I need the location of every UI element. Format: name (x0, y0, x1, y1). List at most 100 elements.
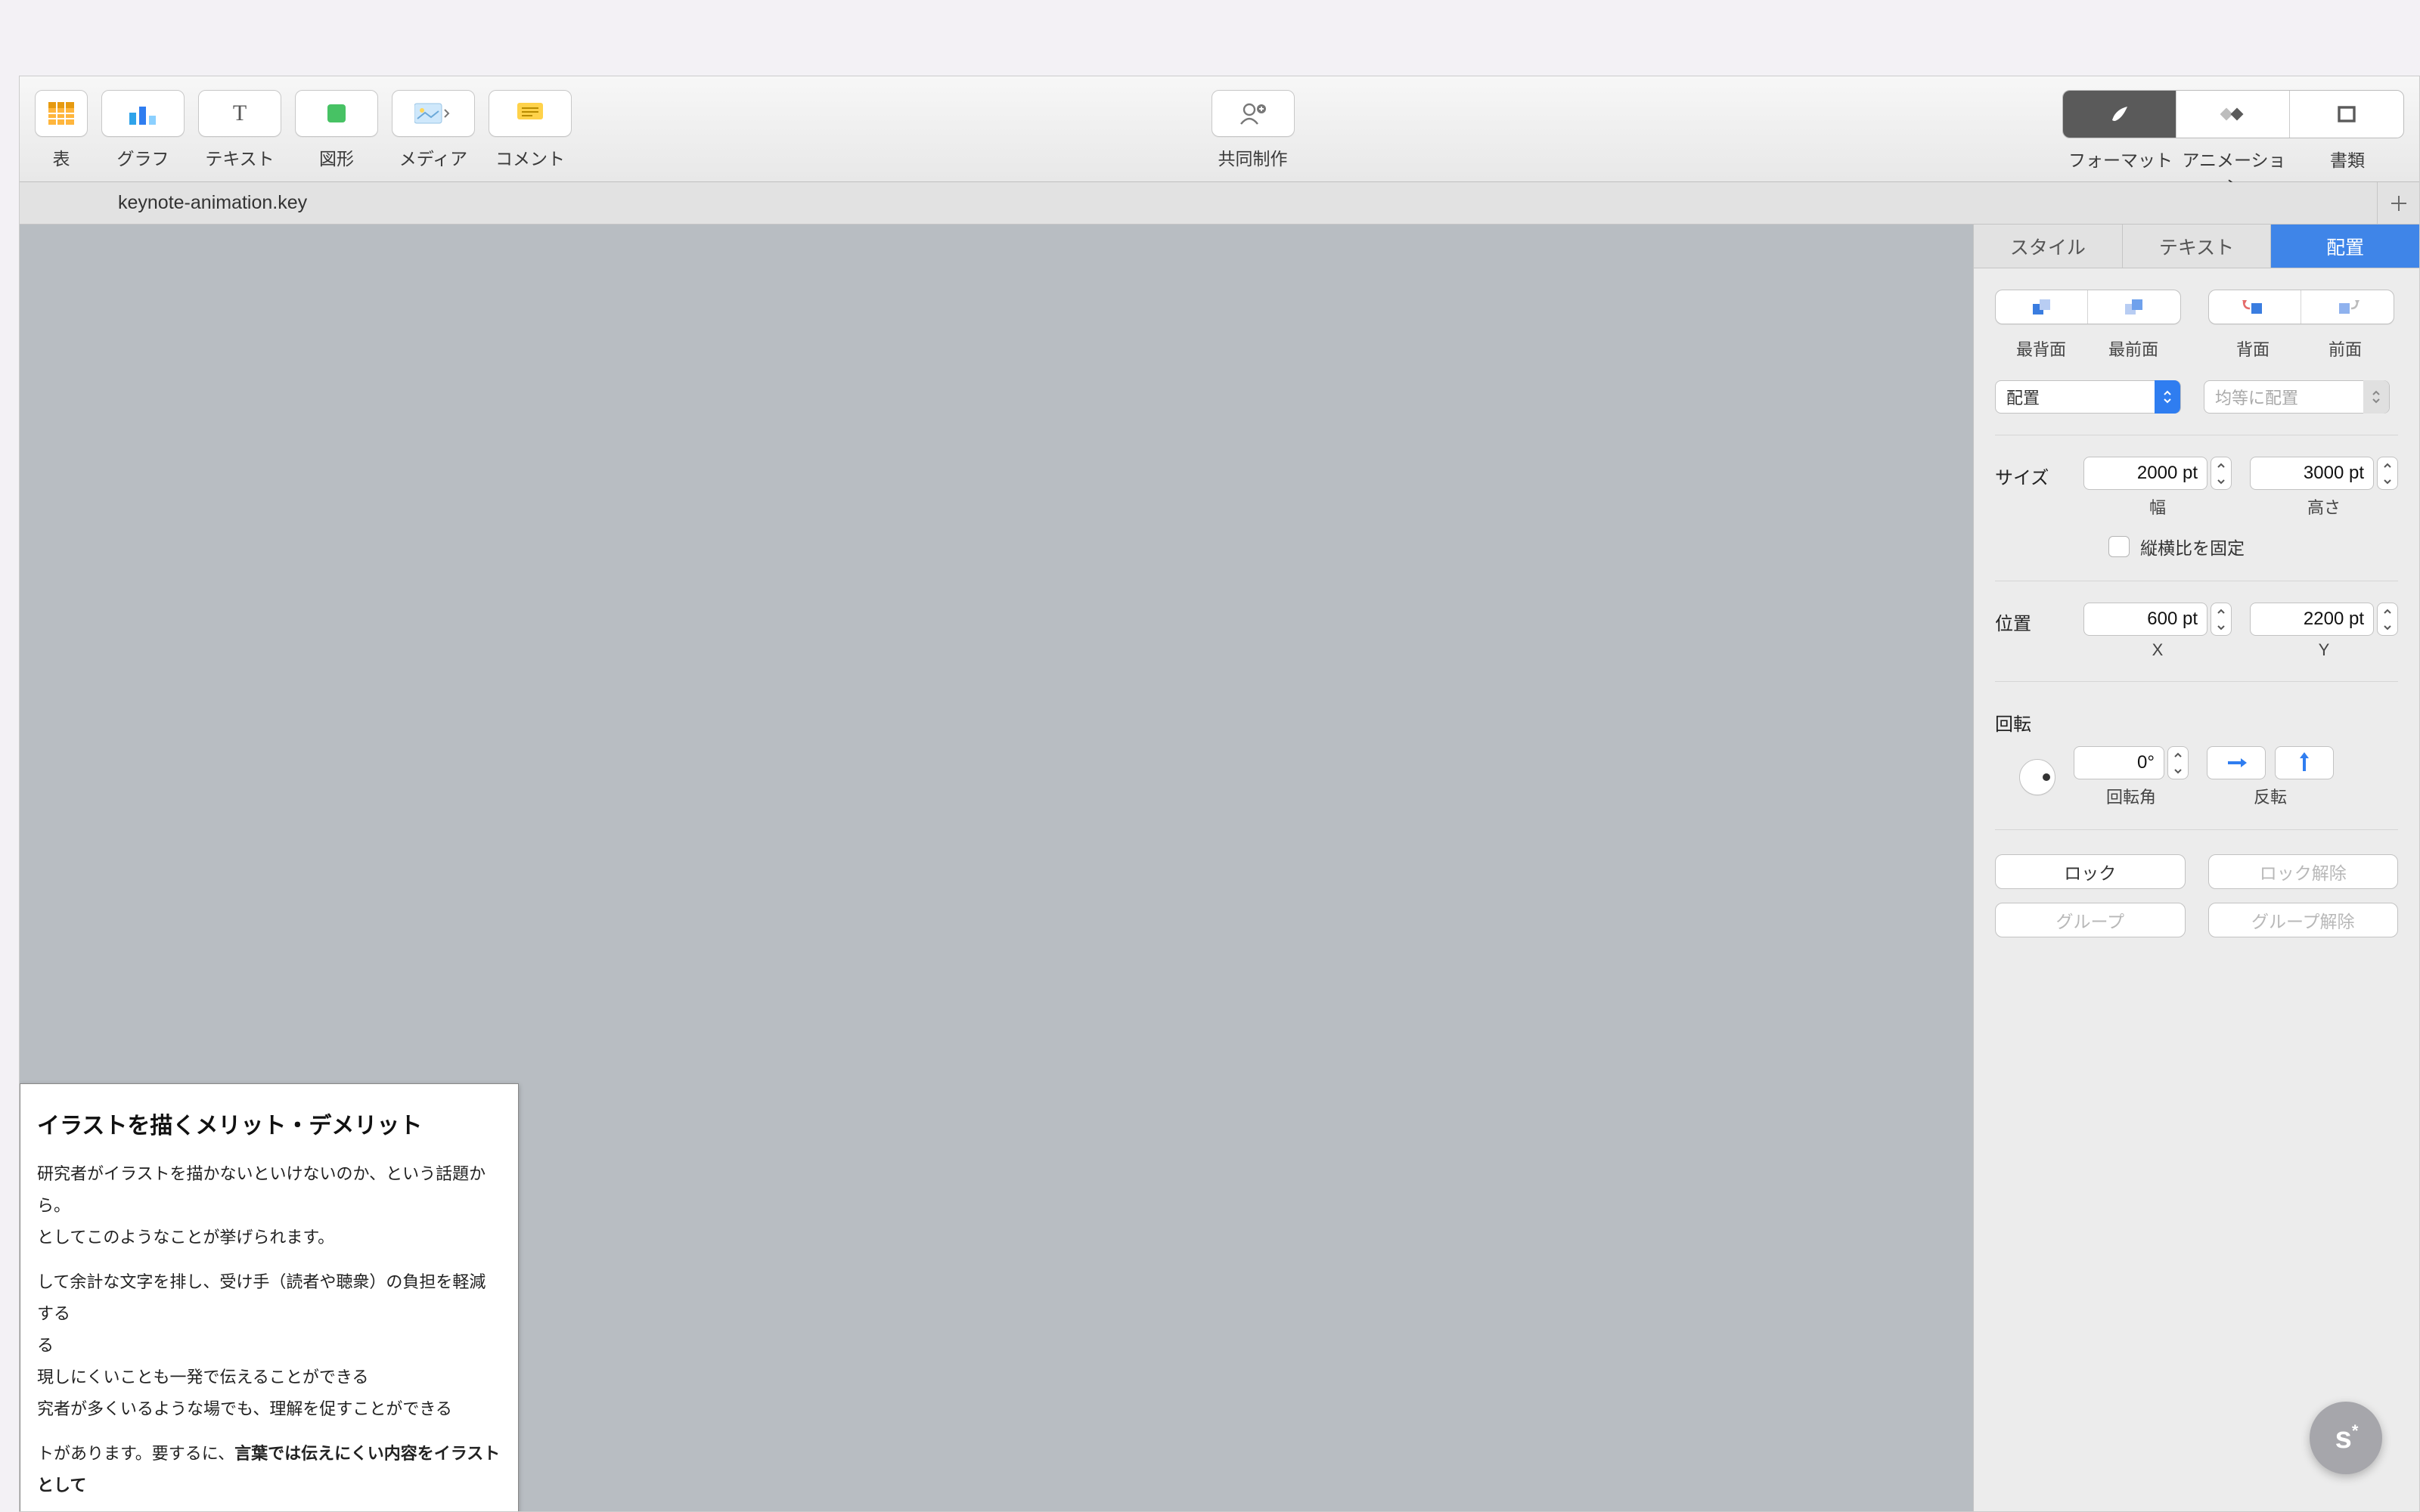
slide-line: 研究者がイラストを描かないといけないのか、という話題から。 (37, 1158, 501, 1222)
flip-horizontal-button[interactable] (2207, 746, 2266, 779)
tab-text[interactable]: テキスト (2123, 225, 2272, 268)
format-inspector: スタイル テキスト 配置 (1973, 225, 2419, 1511)
ungroup-button[interactable]: グループ解除 (2208, 903, 2399, 937)
flip-sublabel: 反転 (2254, 784, 2287, 808)
align-select-value: 配置 (2006, 385, 2040, 409)
animate-icon (2220, 105, 2246, 123)
toolbar-collaborate-label: 共同制作 (1218, 144, 1288, 170)
chart-icon (101, 90, 185, 137)
inspector-mode-toggle (2062, 90, 2404, 138)
rotation-label: 回転 (1995, 703, 2078, 736)
distribute-select-value: 均等に配置 (2215, 385, 2298, 409)
height-stepper[interactable] (2377, 457, 2398, 490)
text-icon: T (198, 90, 281, 137)
document-tab-bar: keynote-animation.key (20, 182, 2419, 225)
add-tab-button[interactable] (2377, 182, 2419, 225)
width-field[interactable]: 2000 pt (2083, 457, 2207, 490)
caret-down-icon (2211, 473, 2231, 489)
lock-aspect-label: 縦横比を固定 (2140, 534, 2245, 559)
position-y-stepper[interactable] (2377, 603, 2398, 636)
toolbar-text-label: テキスト (205, 144, 274, 170)
flip-vertical-button[interactable] (2275, 746, 2334, 779)
caret-up-icon (2211, 457, 2231, 473)
send-to-back-button[interactable] (1996, 290, 2088, 324)
collaborate-icon (1212, 90, 1295, 137)
position-y-sublabel: Y (2319, 640, 2330, 660)
send-backward-icon (2242, 298, 2268, 316)
inspector-mode-format[interactable] (2063, 91, 2176, 138)
rotation-angle-field[interactable]: 0° (2074, 746, 2164, 779)
position-x-stepper[interactable] (2211, 603, 2232, 636)
position-x-field[interactable]: 600 pt (2083, 603, 2207, 636)
rotation-angle-stepper[interactable] (2167, 746, 2189, 779)
send-backward-label: 背面 (2207, 336, 2299, 361)
bring-forward-icon (2335, 298, 2360, 316)
align-select[interactable]: 配置 (1995, 380, 2181, 414)
toolbar-media-label: メディア (399, 144, 467, 170)
tab-arrange[interactable]: 配置 (2271, 225, 2419, 268)
comment-icon (489, 90, 572, 137)
slide-line: トがあります。要するに、言葉では伝えにくい内容をイラストとして (37, 1438, 501, 1501)
position-label: 位置 (1995, 603, 2065, 635)
unlock-button[interactable]: ロック解除 (2208, 854, 2399, 889)
plus-icon (2391, 195, 2407, 212)
toolbar-table-button[interactable]: 表 (35, 90, 88, 170)
toolbar-media-button[interactable]: メディア (392, 90, 475, 170)
shape-icon (295, 90, 378, 137)
toolbar: 表 グラフ T テキスト 図形 (20, 76, 2419, 182)
slide-line: して余計な文字を排し、受け手（読者や聴衆）の負担を軽減する (37, 1266, 501, 1330)
slide-line: 究者が多くいるような場でも、理解を促すことができる (37, 1393, 501, 1425)
position-y-field[interactable]: 2200 pt (2250, 603, 2374, 636)
bring-forward-button[interactable] (2301, 290, 2394, 324)
slide-heading: イラストを描くメリット・デメリット (37, 1107, 501, 1140)
document-tab-title: keynote-animation.key (118, 192, 307, 214)
layer-step-group (2208, 290, 2394, 324)
toolbar-text-button[interactable]: T テキスト (198, 90, 281, 170)
toolbar-comment-button[interactable]: コメント (489, 90, 572, 170)
lock-button[interactable]: ロック (1995, 854, 2186, 889)
send-to-back-label: 最背面 (1995, 336, 2087, 361)
width-sublabel: 幅 (2149, 494, 2166, 519)
document-icon (2336, 105, 2357, 123)
distribute-select[interactable]: 均等に配置 (2204, 380, 2390, 414)
size-label: サイズ (1995, 457, 2065, 489)
inspector-mode-document[interactable] (2290, 91, 2403, 138)
height-field[interactable]: 3000 pt (2250, 457, 2374, 490)
group-button[interactable]: グループ (1995, 903, 2186, 937)
media-icon (392, 90, 475, 137)
canvas[interactable]: イラストを描くメリット・デメリット 研究者がイラストを描かないといけないのか、と… (20, 225, 1973, 1511)
caret-down-icon (2168, 763, 2188, 779)
floating-badge[interactable]: s* (2310, 1402, 2382, 1474)
caret-up-icon (2378, 603, 2397, 619)
caret-up-icon (2378, 457, 2397, 473)
toolbar-shape-button[interactable]: 図形 (295, 90, 378, 170)
rotation-dial[interactable] (2019, 759, 2055, 795)
arrow-up-icon (2297, 752, 2312, 773)
inspector-tabs: スタイル テキスト 配置 (1974, 225, 2419, 268)
inspector-mode-animate[interactable] (2176, 91, 2290, 138)
brush-icon (2108, 104, 2132, 125)
layer-back-group (1995, 290, 2181, 324)
width-stepper[interactable] (2211, 457, 2232, 490)
document-tab[interactable]: keynote-animation.key (20, 182, 337, 224)
selected-text-object[interactable]: イラストを描くメリット・デメリット 研究者がイラストを描かないといけないのか、と… (20, 1083, 519, 1511)
toolbar-chart-label: グラフ (117, 144, 169, 170)
table-icon (35, 90, 88, 137)
send-to-back-icon (2031, 298, 2053, 316)
bring-to-front-label: 最前面 (2087, 336, 2180, 361)
tab-style[interactable]: スタイル (1974, 225, 2123, 268)
toolbar-comment-label: コメント (495, 144, 565, 170)
send-backward-button[interactable] (2209, 290, 2301, 324)
toolbar-collaborate-button[interactable]: 共同制作 (1212, 90, 1295, 170)
caret-down-icon (2211, 619, 2231, 635)
bring-to-front-icon (2123, 298, 2145, 316)
toolbar-chart-button[interactable]: グラフ (101, 90, 185, 170)
slide-line: る (37, 1330, 501, 1362)
arrow-right-icon (2226, 755, 2247, 770)
lock-aspect-checkbox[interactable] (2108, 536, 2130, 557)
height-sublabel: 高さ (2307, 494, 2341, 519)
bring-to-front-button[interactable] (2088, 290, 2180, 324)
chevron-updown-icon (2363, 380, 2389, 414)
toolbar-table-label: 表 (53, 144, 70, 170)
rotation-angle-sublabel: 回転角 (2106, 784, 2156, 808)
